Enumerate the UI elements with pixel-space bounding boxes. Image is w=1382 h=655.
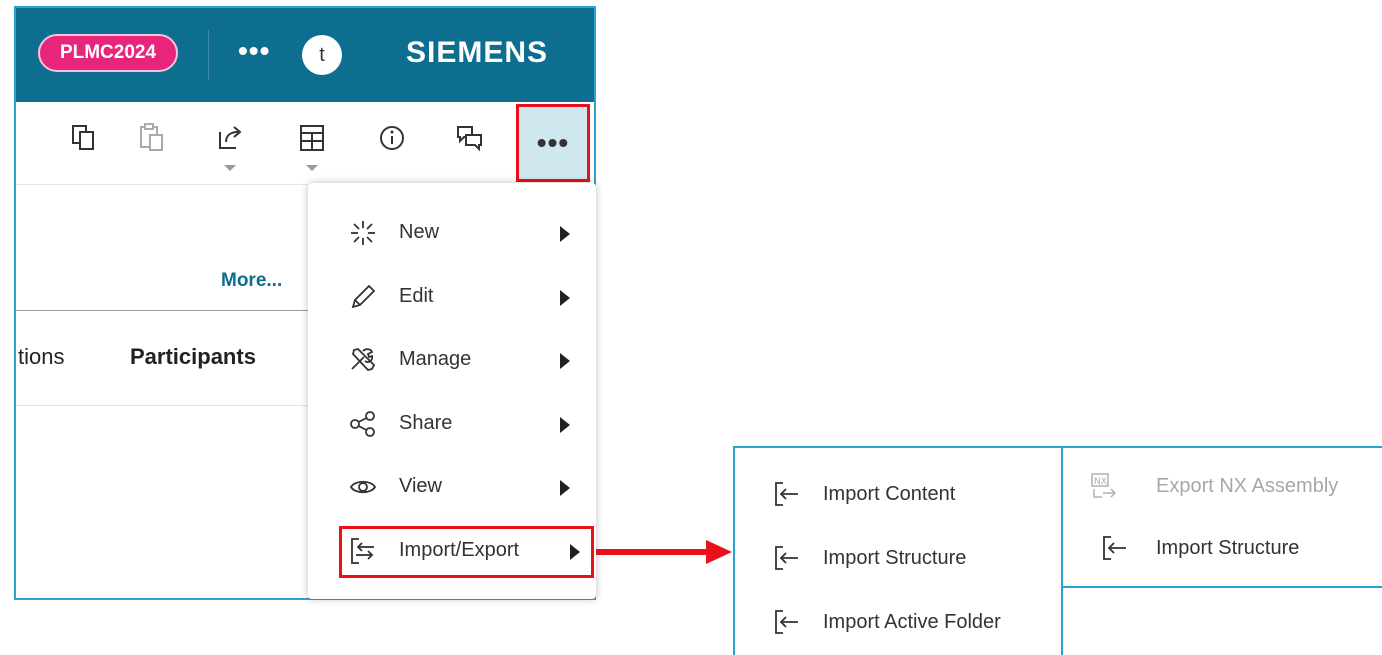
chevron-down-icon[interactable] bbox=[224, 165, 236, 171]
divider bbox=[16, 405, 308, 406]
menu-item-manage[interactable]: Manage bbox=[308, 333, 596, 389]
menu-item-edit[interactable]: Edit bbox=[308, 270, 596, 326]
top-header: PLMC2024 ••• t SIEMENS bbox=[16, 8, 594, 102]
submenu-arrow-icon bbox=[560, 417, 570, 433]
new-sparkle-icon bbox=[348, 218, 378, 248]
submenu-item-export-nx-assembly: NX Export NX Assembly bbox=[1063, 466, 1382, 510]
share-out-icon[interactable] bbox=[214, 122, 246, 154]
submenu-arrow-icon bbox=[560, 480, 570, 496]
info-icon[interactable] bbox=[376, 122, 408, 154]
menu-item-label: Edit bbox=[399, 285, 434, 307]
import-icon bbox=[773, 480, 801, 508]
copy-icon[interactable] bbox=[68, 122, 100, 154]
more-actions-button[interactable]: ••• bbox=[516, 104, 590, 182]
submenu-item-import-active-folder[interactable]: Import Active Folder bbox=[735, 600, 1061, 644]
submenu-item-label: Import Structure bbox=[1156, 537, 1300, 559]
project-badge[interactable]: PLMC2024 bbox=[38, 34, 178, 72]
pointer-arrow-line bbox=[596, 549, 708, 555]
submenu-item-label: Import Content bbox=[823, 483, 956, 505]
import-icon bbox=[773, 544, 801, 572]
avatar[interactable]: t bbox=[302, 35, 342, 75]
paste-icon bbox=[136, 122, 168, 154]
share-nodes-icon bbox=[348, 409, 378, 439]
header-more-icon[interactable]: ••• bbox=[238, 34, 270, 68]
menu-item-label: Share bbox=[399, 412, 453, 434]
import-icon bbox=[773, 608, 801, 636]
layout-icon[interactable] bbox=[296, 122, 328, 154]
submenu-item-label: Export NX Assembly bbox=[1156, 475, 1339, 497]
export-submenu: NX Export NX Assembly Import Structure bbox=[1063, 446, 1382, 588]
menu-item-label: New bbox=[399, 221, 440, 243]
submenu-item-import-structure[interactable]: Import Structure bbox=[735, 536, 1061, 580]
submenu-item-import-structure[interactable]: Import Structure bbox=[1063, 528, 1382, 572]
header-divider bbox=[208, 30, 209, 80]
pencil-icon bbox=[348, 282, 378, 312]
menu-item-view[interactable]: View bbox=[308, 460, 596, 516]
svg-text:NX: NX bbox=[1094, 477, 1107, 487]
nx-export-icon: NX bbox=[1090, 472, 1118, 500]
tab-participants[interactable]: Participants bbox=[130, 344, 256, 370]
chevron-down-icon[interactable] bbox=[306, 165, 318, 171]
comments-icon[interactable] bbox=[454, 122, 486, 154]
highlight-box bbox=[339, 526, 594, 578]
tab-partial[interactable]: tions bbox=[18, 344, 64, 370]
submenu-item-label: Import Structure bbox=[823, 547, 967, 569]
submenu-item-import-content[interactable]: Import Content bbox=[735, 472, 1061, 516]
menu-item-share[interactable]: Share bbox=[308, 397, 596, 453]
divider bbox=[16, 310, 308, 311]
submenu-arrow-icon bbox=[560, 353, 570, 369]
menu-item-label: View bbox=[399, 475, 442, 497]
submenu-item-label: Import Active Folder bbox=[823, 611, 1001, 633]
command-toolbar: ••• bbox=[16, 102, 594, 185]
tools-icon bbox=[348, 345, 378, 375]
import-submenu: Import Content Import Structure Import A… bbox=[733, 446, 1063, 655]
submenu-arrow-icon bbox=[560, 226, 570, 242]
menu-item-new[interactable]: New bbox=[308, 206, 596, 262]
submenu-arrow-icon bbox=[560, 290, 570, 306]
import-icon bbox=[1101, 534, 1129, 562]
pointer-arrow-head-icon bbox=[706, 540, 732, 564]
eye-icon bbox=[348, 472, 378, 502]
more-link[interactable]: More... bbox=[221, 270, 282, 292]
siemens-logo: SIEMENS bbox=[406, 36, 549, 69]
menu-item-label: Manage bbox=[399, 348, 472, 370]
